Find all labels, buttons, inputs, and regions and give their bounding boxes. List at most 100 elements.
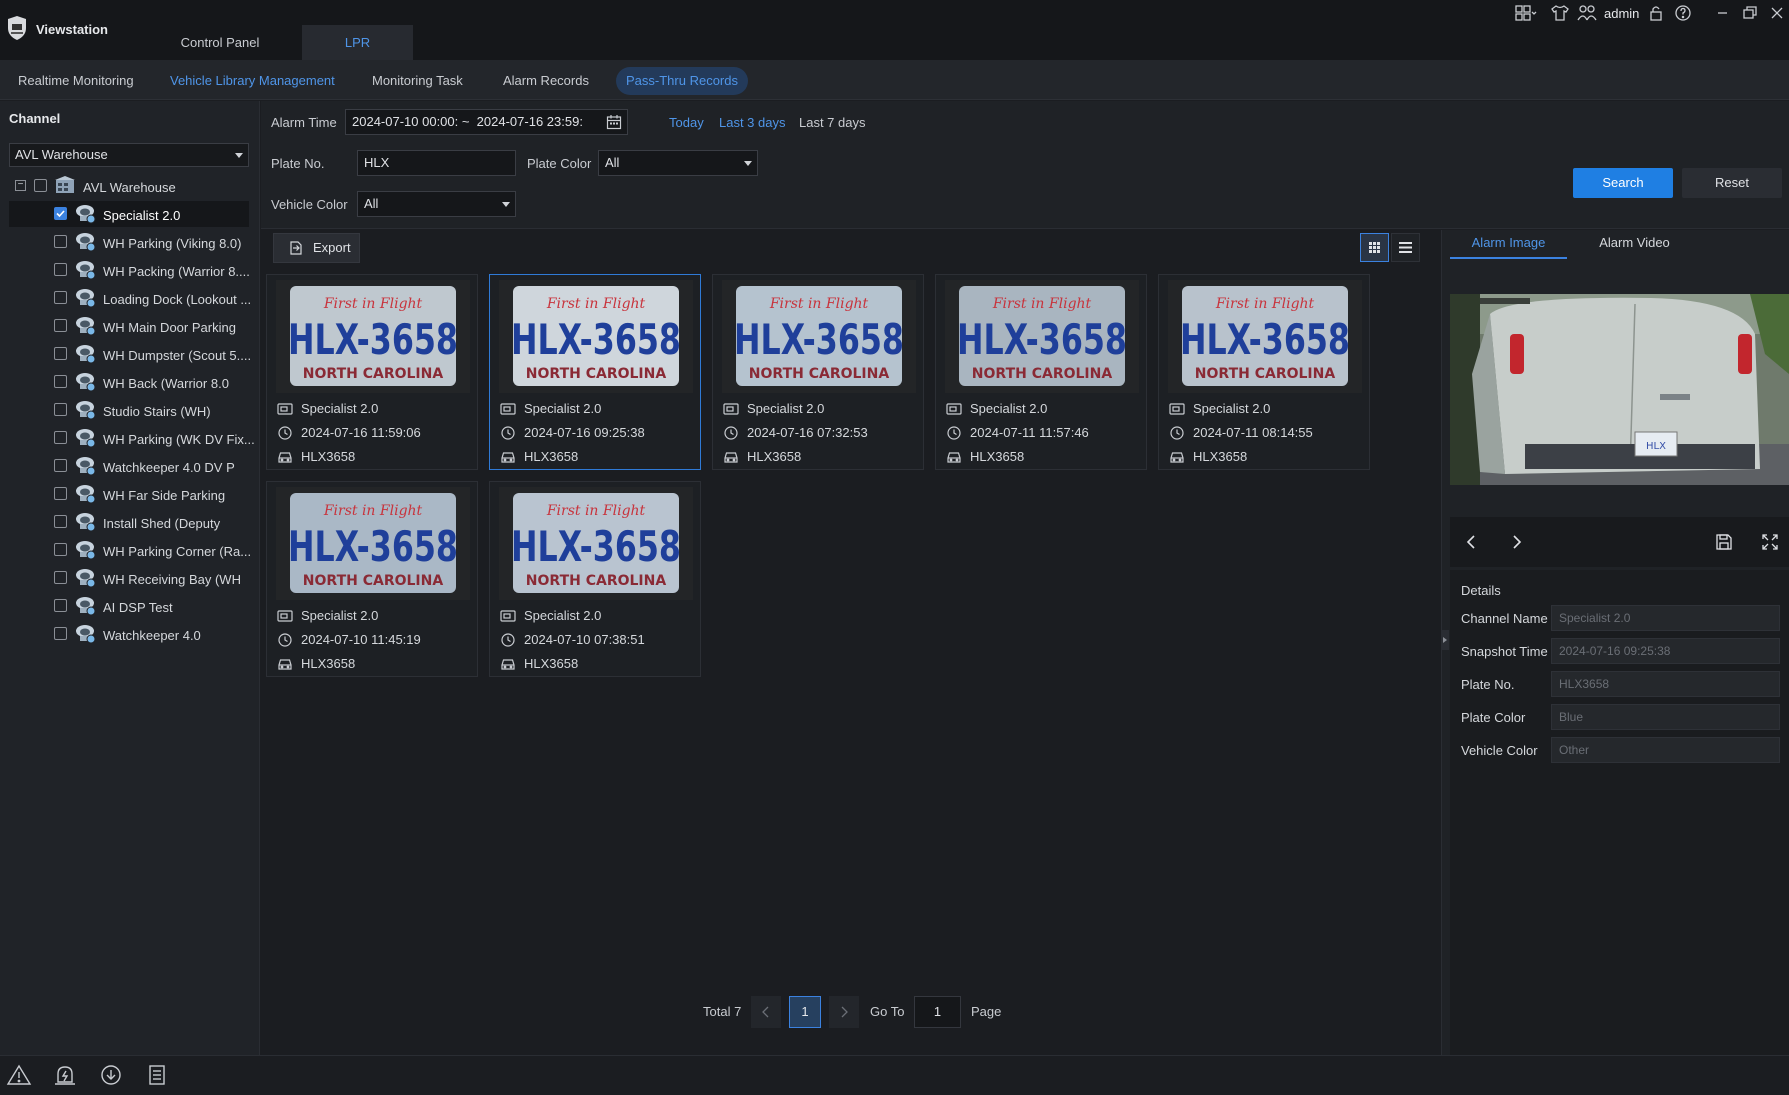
subnav-vehicle-library-management[interactable]: Vehicle Library Management <box>160 67 345 95</box>
search-button[interactable]: Search <box>1573 168 1673 198</box>
alarm-bell-icon[interactable] <box>52 1064 78 1086</box>
record-card[interactable]: First in Flight HLX-3658 NORTH CAROLINA Spe… <box>712 274 924 470</box>
channel-tree-item[interactable]: WH Back (Warrior 8.0 <box>9 369 249 395</box>
plate-snapshot-image[interactable]: First in Flight HLX-3658 NORTH CAROLINA <box>499 280 693 393</box>
quick-today[interactable]: Today <box>669 115 704 130</box>
channel-checkbox[interactable] <box>54 347 67 360</box>
channel-tree-item[interactable]: Loading Dock (Lookout ... <box>9 285 251 311</box>
record-card[interactable]: First in Flight HLX-3658 NORTH CAROLINA Spe… <box>489 481 701 677</box>
subnav-realtime-monitoring[interactable]: Realtime Monitoring <box>8 67 144 95</box>
channel-tree-item[interactable]: WH Dumpster (Scout 5.... <box>9 341 251 367</box>
channel-tree-item[interactable]: Watchkeeper 4.0 <box>9 621 249 647</box>
fullscreen-button[interactable] <box>1760 532 1780 552</box>
channel-checkbox[interactable] <box>54 375 67 388</box>
tree-root-row[interactable]: − AVL Warehouse <box>9 174 249 200</box>
channel-checkbox[interactable] <box>54 263 67 276</box>
tab-control-panel[interactable]: Control Panel <box>160 25 280 60</box>
quick-last-7-days[interactable]: Last 7 days <box>799 115 866 130</box>
users-icon[interactable] <box>1577 3 1597 23</box>
channel-tree-item[interactable]: Watchkeeper 4.0 DV P <box>9 453 249 479</box>
channel-checkbox[interactable] <box>54 571 67 584</box>
checkbox[interactable] <box>34 179 47 192</box>
channel-label: Specialist 2.0 <box>103 208 181 223</box>
tab-alarm-image[interactable]: Alarm Image <box>1450 227 1567 259</box>
plate-top-text: First in Flight <box>546 296 646 312</box>
user-name[interactable]: admin <box>1604 6 1639 21</box>
calendar-icon[interactable] <box>606 114 622 130</box>
previous-page-button[interactable] <box>751 996 781 1028</box>
plate-snapshot-image[interactable]: First in Flight HLX-3658 NORTH CAROLINA <box>722 280 916 393</box>
plate-color-select[interactable]: All <box>598 150 758 176</box>
next-image-button[interactable] <box>1506 532 1526 552</box>
channel-checkbox[interactable] <box>54 319 67 332</box>
list-view-toggle[interactable] <box>1391 233 1420 262</box>
plate-snapshot-image[interactable]: First in Flight HLX-3658 NORTH CAROLINA <box>276 280 470 393</box>
channel-tree-item[interactable]: Studio Stairs (WH) <box>9 397 249 423</box>
lock-icon[interactable] <box>1646 3 1666 23</box>
task-list-icon[interactable] <box>144 1064 170 1086</box>
goto-page-input[interactable]: 1 <box>914 996 961 1028</box>
plate-snapshot-image[interactable]: First in Flight HLX-3658 NORTH CAROLINA <box>945 280 1139 393</box>
plate-no-input[interactable]: HLX <box>357 150 516 176</box>
page-1-button[interactable]: 1 <box>789 996 821 1028</box>
record-card[interactable]: First in Flight HLX-3658 NORTH CAROLINA Spe… <box>266 481 478 677</box>
channel-tree-item[interactable]: Specialist 2.0 <box>9 201 249 227</box>
reset-button[interactable]: Reset <box>1682 168 1782 198</box>
channel-checkbox[interactable] <box>54 515 67 528</box>
warning-icon[interactable] <box>6 1064 32 1086</box>
shirt-icon[interactable] <box>1550 3 1570 23</box>
pagination-total: Total 7 <box>703 1004 742 1019</box>
export-button[interactable]: Export <box>273 233 360 263</box>
site-select[interactable]: AVL Warehouse <box>9 143 249 167</box>
channel-tree-item[interactable]: WH Parking (WK DV Fix... <box>9 425 255 451</box>
subnav-alarm-records[interactable]: Alarm Records <box>493 67 599 95</box>
record-card[interactable]: First in Flight HLX-3658 NORTH CAROLINA Spe… <box>1158 274 1370 470</box>
close-icon[interactable] <box>1767 3 1787 23</box>
collapse-panel-handle[interactable] <box>1441 630 1449 650</box>
grid-view-toggle[interactable] <box>1360 233 1389 262</box>
channel-checkbox[interactable] <box>54 207 67 220</box>
minimize-icon[interactable] <box>1713 3 1733 23</box>
plate-snapshot-image[interactable]: First in Flight HLX-3658 NORTH CAROLINA <box>499 487 693 600</box>
channel-checkbox[interactable] <box>54 235 67 248</box>
channel-tree-item[interactable]: WH Packing (Warrior 8.... <box>9 257 250 283</box>
channel-tree-item[interactable]: WH Parking (Viking 8.0) <box>9 229 249 255</box>
collapse-icon[interactable]: − <box>15 180 26 191</box>
channel-checkbox[interactable] <box>54 459 67 472</box>
save-image-button[interactable] <box>1714 532 1734 552</box>
channel-tree-item[interactable]: WH Parking Corner (Ra... <box>9 537 251 563</box>
restore-icon[interactable] <box>1740 3 1760 23</box>
alarm-time-range-input[interactable]: 2024-07-10 00:00: ~ 2024-07-16 23:59: <box>345 109 628 135</box>
help-icon[interactable] <box>1673 3 1693 23</box>
quick-last-3-days[interactable]: Last 3 days <box>719 115 786 130</box>
channel-tree-item[interactable]: Install Shed (Deputy <box>9 509 249 535</box>
channel-tree-item[interactable]: AI DSP Test <box>9 593 249 619</box>
record-card[interactable]: First in Flight HLX-3658 NORTH CAROLINA Spe… <box>935 274 1147 470</box>
channel-tree-item[interactable]: WH Far Side Parking <box>9 481 249 507</box>
channel-checkbox[interactable] <box>54 599 67 612</box>
download-icon[interactable] <box>98 1064 124 1086</box>
channel-tree-item[interactable]: WH Receiving Bay (WH <box>9 565 249 591</box>
alarm-snapshot-image[interactable]: HLX <box>1450 294 1789 485</box>
record-plate-text: HLX3658 <box>524 656 579 671</box>
grid-layout-icon[interactable] <box>1515 3 1537 23</box>
channel-checkbox[interactable] <box>54 543 67 556</box>
channel-tree-item[interactable]: WH Main Door Parking <box>9 313 249 339</box>
channel-checkbox[interactable] <box>54 431 67 444</box>
next-page-button[interactable] <box>829 996 859 1028</box>
tab-alarm-video[interactable]: Alarm Video <box>1576 227 1693 259</box>
subnav-monitoring-task[interactable]: Monitoring Task <box>362 67 473 95</box>
channel-checkbox[interactable] <box>54 487 67 500</box>
plate-snapshot-image[interactable]: First in Flight HLX-3658 NORTH CAROLINA <box>276 487 470 600</box>
channel-checkbox[interactable] <box>54 403 67 416</box>
save-icon <box>1716 534 1732 550</box>
subnav-pass-thru-records[interactable]: Pass-Thru Records <box>616 67 748 95</box>
record-card[interactable]: First in Flight HLX-3658 NORTH CAROLINA Spe… <box>266 274 478 470</box>
record-card[interactable]: First in Flight HLX-3658 NORTH CAROLINA Spe… <box>489 274 701 470</box>
tab-lpr[interactable]: LPR <box>302 25 413 60</box>
vehicle-color-select[interactable]: All <box>357 191 516 217</box>
channel-checkbox[interactable] <box>54 627 67 640</box>
channel-checkbox[interactable] <box>54 291 67 304</box>
plate-snapshot-image[interactable]: First in Flight HLX-3658 NORTH CAROLINA <box>1168 280 1362 393</box>
previous-image-button[interactable] <box>1462 532 1482 552</box>
